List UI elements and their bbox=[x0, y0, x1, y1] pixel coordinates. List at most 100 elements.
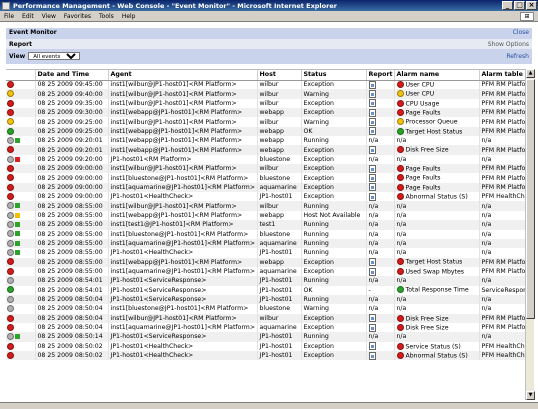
cell-datetime: 08 25 2009 08:54:01 bbox=[35, 285, 109, 295]
report-icon[interactable] bbox=[368, 342, 376, 351]
report-icon[interactable] bbox=[368, 174, 376, 183]
report-icon[interactable] bbox=[368, 314, 376, 323]
vertical-scrollbar[interactable]: ▲ ▼ bbox=[525, 69, 535, 400]
table-row[interactable]: 08 25 2009 09:00:00 inst1[bluestone@JP1-h… bbox=[6, 173, 525, 183]
alarm-name-text: Target Host Status bbox=[405, 128, 463, 136]
report-icon[interactable] bbox=[368, 323, 376, 332]
table-row[interactable]: 08 25 2009 09:20:01 inst1[webapp@JP1-host… bbox=[6, 136, 525, 146]
close-window-button[interactable]: × bbox=[526, 1, 537, 10]
report-icon[interactable] bbox=[368, 108, 376, 117]
refresh-link[interactable]: Refresh bbox=[506, 53, 529, 60]
view-select[interactable]: All events bbox=[28, 52, 81, 60]
table-row[interactable]: 08 25 2009 09:20:00 JP1-host01<RM Platfor… bbox=[6, 154, 525, 165]
table-row[interactable]: 08 25 2009 08:55:00 JP1-host01<HealthChec… bbox=[6, 248, 525, 258]
table-row[interactable]: 08 25 2009 08:55:00 inst1[wilbur@JP1-host… bbox=[6, 201, 525, 211]
cell-alarm-table: PFM HealthCheck bbox=[479, 341, 525, 351]
table-row[interactable]: 08 25 2009 08:55:00 inst1[test1@JP1-host0… bbox=[6, 220, 525, 230]
cell-agent: inst1[wilbur@JP1-host01]<RM Platform> bbox=[108, 164, 258, 174]
table-row[interactable]: 08 25 2009 09:45:00 inst1[wilbur@JP1-host… bbox=[6, 80, 525, 90]
cell-alarm-table: PFM RM Platform bbox=[479, 182, 525, 193]
scroll-up-icon[interactable]: ▲ bbox=[526, 69, 535, 78]
table-row[interactable]: 08 25 2009 08:55:00 inst1[webapp@JP1-host… bbox=[6, 257, 525, 267]
menu-help[interactable]: Help bbox=[122, 13, 136, 20]
cell-report: n/a bbox=[366, 136, 395, 146]
table-row[interactable]: 08 25 2009 09:35:00 inst1[wilbur@JP1-host… bbox=[6, 98, 525, 109]
table-row[interactable]: 08 25 2009 08:54:01 JP1-host01<ServiceRes… bbox=[6, 276, 525, 286]
table-row[interactable]: 08 25 2009 09:25:00 inst1[webapp@JP1-host… bbox=[6, 126, 525, 137]
report-icon[interactable] bbox=[368, 146, 376, 155]
table-row[interactable]: 08 25 2009 08:50:14 JP1-host01<ServiceRes… bbox=[6, 332, 525, 342]
show-options-link[interactable]: Show Options bbox=[488, 41, 529, 48]
cell-alarm-table: n/a bbox=[479, 248, 525, 258]
cell-report bbox=[366, 322, 395, 333]
table-row[interactable]: 08 25 2009 09:25:00 inst1[wilbur@JP1-host… bbox=[6, 117, 525, 127]
col-header-report[interactable]: Report bbox=[366, 70, 395, 81]
cell-alarm-name: Page Faults bbox=[394, 164, 480, 174]
report-icon[interactable] bbox=[368, 267, 376, 276]
alarm-name-text: n/a bbox=[396, 333, 407, 341]
events-table-container: Date and Time Agent Host Status Report A… bbox=[6, 69, 525, 400]
cell-agent: inst1[bluestone@JP1-host01]<RM Platform> bbox=[108, 304, 258, 314]
table-row[interactable]: 08 25 2009 08:50:04 JP1-host01<ServiceRes… bbox=[6, 294, 525, 305]
row-status-cell bbox=[6, 304, 36, 314]
menu-tools[interactable]: Tools bbox=[99, 13, 114, 20]
alarm-name-text: Processor Queue bbox=[405, 118, 458, 126]
table-row[interactable]: 08 25 2009 08:50:04 inst1[wilbur@JP1-host… bbox=[6, 313, 525, 323]
report-icon[interactable] bbox=[368, 351, 376, 360]
col-header-alarm-table[interactable]: Alarm table bbox=[479, 70, 525, 81]
cell-report bbox=[366, 257, 395, 267]
table-row[interactable]: 08 25 2009 08:55:00 inst1[webapp@JP1-host… bbox=[6, 210, 525, 221]
report-icon[interactable] bbox=[368, 118, 376, 127]
table-row[interactable]: 08 25 2009 08:50:04 inst1[aquamarine@JP1-… bbox=[6, 322, 525, 333]
menu-edit[interactable]: Edit bbox=[22, 13, 34, 20]
table-row[interactable]: 08 25 2009 09:40:00 inst1[wilbur@JP1-host… bbox=[6, 89, 525, 99]
cell-datetime: 08 25 2009 08:50:02 bbox=[35, 341, 109, 351]
col-header-host[interactable]: Host bbox=[257, 70, 302, 81]
cell-host: webapp bbox=[257, 108, 302, 118]
table-row[interactable]: 08 25 2009 08:54:01 JP1-host01<ServiceRes… bbox=[6, 285, 525, 295]
col-header-status[interactable]: Status bbox=[301, 70, 367, 81]
event-status-icon bbox=[7, 99, 14, 107]
table-row[interactable]: 08 25 2009 09:30:00 inst1[webapp@JP1-host… bbox=[6, 108, 525, 118]
menu-view[interactable]: View bbox=[42, 13, 56, 20]
cell-alarm-table: PFM RM Platform bbox=[479, 80, 525, 90]
menu-favorites[interactable]: Favorites bbox=[64, 13, 91, 20]
table-row[interactable]: 08 25 2009 08:50:04 inst1[bluestone@JP1-h… bbox=[6, 304, 525, 314]
table-row[interactable]: 08 25 2009 09:20:01 inst1[webapp@JP1-host… bbox=[6, 145, 525, 155]
cell-datetime: 08 25 2009 08:50:04 bbox=[35, 313, 109, 323]
table-row[interactable]: 08 25 2009 08:55:00 inst1[bluestone@JP1-h… bbox=[6, 229, 525, 239]
maximize-button[interactable]: □ bbox=[514, 1, 525, 10]
minimize-button[interactable]: _ bbox=[502, 1, 513, 10]
report-icon[interactable] bbox=[368, 80, 376, 89]
cell-datetime: 08 25 2009 08:55:00 bbox=[35, 229, 109, 239]
menu-file[interactable]: File bbox=[4, 13, 14, 20]
scroll-down-icon[interactable]: ▼ bbox=[526, 391, 535, 400]
cell-host: JP1-host01 bbox=[257, 341, 302, 351]
col-header-alarm-name[interactable]: Alarm name bbox=[394, 70, 480, 81]
table-row[interactable]: 08 25 2009 09:00:00 inst1[wilbur@JP1-host… bbox=[6, 164, 525, 174]
table-row[interactable]: 08 25 2009 08:55:00 inst1[aquamarine@JP1-… bbox=[6, 266, 525, 277]
window-title: Performance Management - Web Console - "… bbox=[13, 1, 337, 10]
cell-status: Exception bbox=[301, 313, 367, 323]
col-header-datetime[interactable]: Date and Time bbox=[35, 70, 109, 81]
alarm-name-text: Page Faults bbox=[405, 109, 441, 117]
row-status-cell bbox=[6, 154, 36, 165]
report-icon[interactable] bbox=[368, 164, 376, 173]
report-icon[interactable] bbox=[368, 127, 376, 136]
cell-alarm-table: PFM RM Platform bbox=[479, 89, 525, 99]
table-row[interactable]: 08 25 2009 08:50:02 JP1-host01<HealthChec… bbox=[6, 350, 525, 361]
panel-title: Event Monitor bbox=[9, 29, 57, 36]
report-icon[interactable] bbox=[368, 258, 376, 267]
table-row[interactable]: 08 25 2009 08:50:02 JP1-host01<HealthChec… bbox=[6, 341, 525, 351]
report-icon[interactable] bbox=[368, 183, 376, 192]
report-icon[interactable] bbox=[368, 90, 376, 99]
close-link[interactable]: Close bbox=[513, 29, 529, 36]
report-icon[interactable] bbox=[368, 192, 376, 201]
col-header-agent[interactable]: Agent bbox=[108, 70, 258, 81]
table-row[interactable]: 08 25 2009 09:00:00 inst1[aquamarine@JP1-… bbox=[6, 182, 525, 193]
table-row[interactable]: 08 25 2009 09:00:00 JP1-host01<HealthChec… bbox=[6, 192, 525, 202]
table-row[interactable]: 08 25 2009 08:55:00 inst1[aquamarine@JP1-… bbox=[6, 238, 525, 249]
scroll-thumb[interactable] bbox=[526, 79, 535, 319]
cell-alarm-table: PFM RM Platform bbox=[479, 126, 525, 137]
report-icon[interactable] bbox=[368, 99, 376, 108]
